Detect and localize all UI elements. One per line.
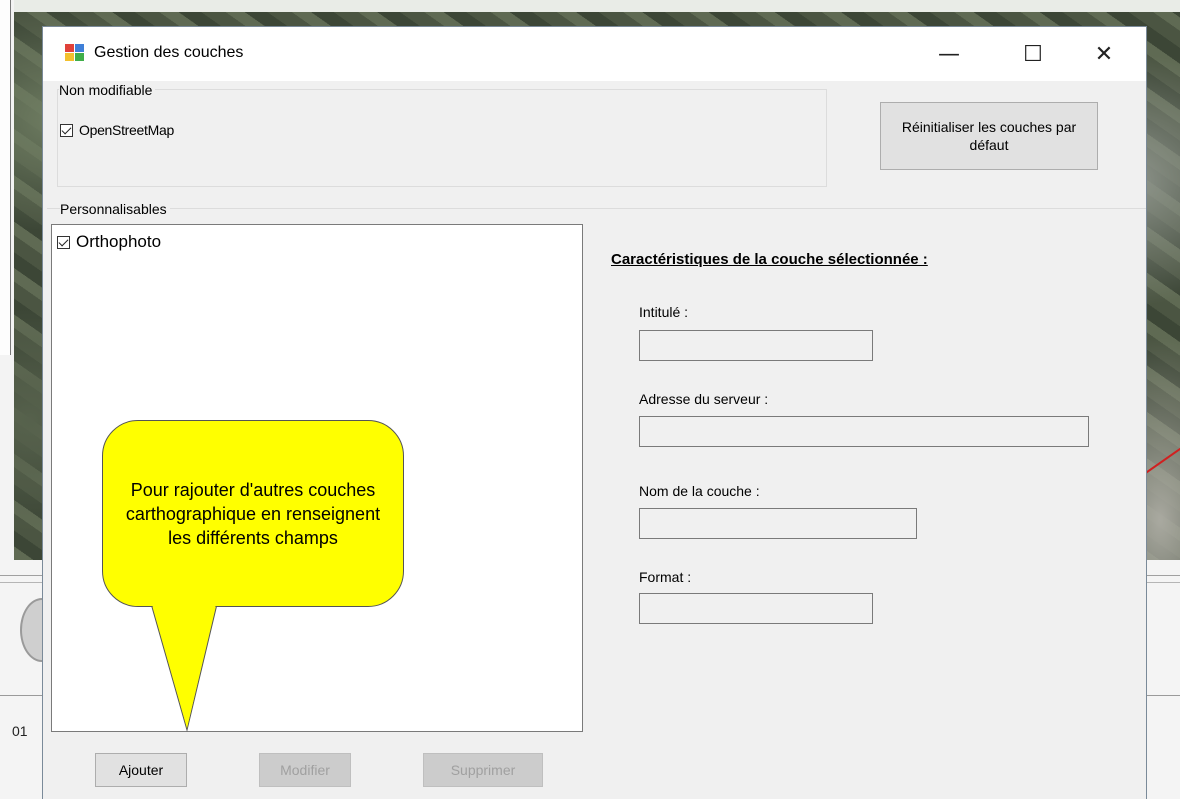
window-title: Gestion des couches <box>94 44 244 61</box>
format-field[interactable] <box>639 593 873 624</box>
layers-dialog: Gestion des couches — ☐ ✕ Non modifiable… <box>42 26 1147 799</box>
layer-name-field-label: Nom de la couche : <box>639 483 760 499</box>
reset-layers-button[interactable]: Réinitialiser les couches par défaut <box>880 102 1098 170</box>
server-address-field[interactable] <box>639 416 1089 447</box>
name-field[interactable] <box>639 330 873 361</box>
format-field-label: Format : <box>639 569 692 585</box>
layer-label: Orthophoto <box>76 232 162 251</box>
list-item[interactable]: Orthophoto <box>57 232 161 252</box>
layer-name-field[interactable] <box>639 508 917 539</box>
maximize-button[interactable]: ☐ <box>1005 27 1061 81</box>
custom-layers-group-label: Personnalisables <box>60 201 170 217</box>
name-field-label: Intitulé : <box>639 304 689 320</box>
minimize-button[interactable]: — <box>921 27 977 81</box>
help-callout: Pour rajouter d'autres couches carthogra… <box>102 420 404 607</box>
app-icon <box>65 44 84 61</box>
help-callout-text: Pour rajouter d'autres couches carthogra… <box>125 479 381 548</box>
fixed-layers-group-label: Non modifiable <box>59 82 156 98</box>
fixed-layers-group <box>57 89 827 187</box>
checkbox-checked-icon[interactable] <box>60 123 73 137</box>
title-bar[interactable]: Gestion des couches — ☐ ✕ <box>43 27 1146 81</box>
server-address-field-label: Adresse du serveur : <box>639 391 769 407</box>
background-partial-text: 01 <box>12 723 28 739</box>
custom-layers-group <box>47 208 1146 209</box>
layer-label: OpenStreetMap <box>79 122 174 138</box>
close-button[interactable]: ✕ <box>1076 27 1132 81</box>
background-left-frame <box>0 0 11 355</box>
background-window-edge <box>14 0 1180 12</box>
edit-button[interactable]: Modifier <box>259 753 351 787</box>
add-button[interactable]: Ajouter <box>95 753 187 787</box>
checkbox-checked-icon[interactable] <box>57 235 70 249</box>
layer-checkbox-openstreetmap[interactable]: OpenStreetMap <box>60 122 174 138</box>
delete-button[interactable]: Supprimer <box>423 753 543 787</box>
selected-layer-properties-title: Caractéristiques de la couche sélectionn… <box>611 251 928 268</box>
